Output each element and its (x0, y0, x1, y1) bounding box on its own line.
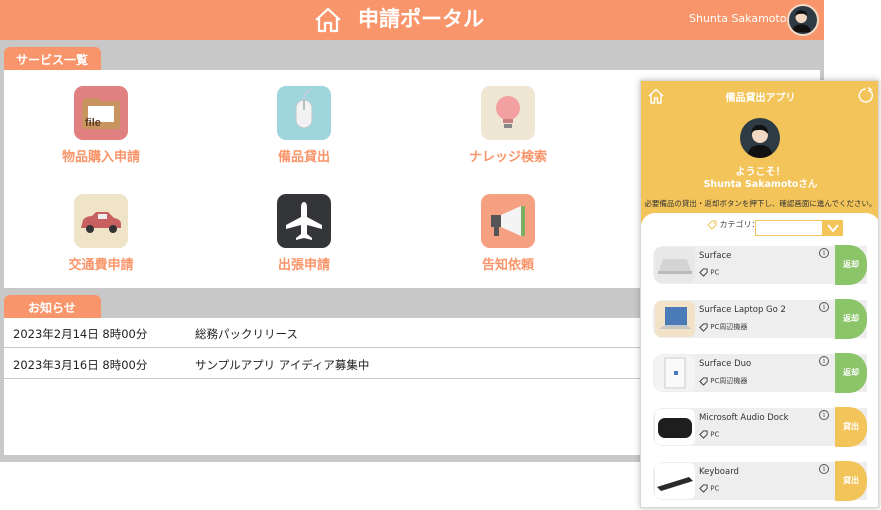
news-date: 2023年3月16日 8時00分 (13, 358, 148, 372)
service-announcement-request[interactable]: 告知依頼 (428, 194, 588, 273)
item-category-text: PC (710, 268, 720, 277)
portal-header: 申請ポータル Shunta Sakamoto (0, 0, 824, 40)
service-label: 出張申請 (277, 258, 330, 273)
mouse-icon (277, 86, 331, 140)
equipment-lending-app: 備品貸出アプリ ようこそ！ Shunta Sakamotoさん 必要備品の貸出・… (640, 80, 879, 508)
service-business-trip[interactable]: 出張申請 (224, 194, 384, 273)
laptop-icon (655, 247, 695, 283)
info-icon[interactable]: i (819, 302, 829, 312)
instruction-text: 必要備品の貸出・返却ボタンを押下し、確認画面に進んでください。 (644, 199, 877, 208)
portal-title: 申請ポータル (358, 7, 484, 31)
item-category-text: PC (710, 484, 720, 493)
info-icon[interactable]: i (819, 410, 829, 420)
tag-icon (699, 430, 708, 439)
info-icon[interactable]: i (819, 464, 829, 474)
equipment-item[interactable]: Surface PC i 返却 (653, 245, 867, 285)
service-label: ナレッジ検索 (468, 150, 547, 165)
item-category-text: PC周辺機器 (710, 377, 748, 385)
equipment-item[interactable]: Surface Laptop Go 2 PC周辺機器 i 返却 (653, 299, 867, 339)
service-label: 告知依頼 (481, 258, 534, 273)
service-label: 物品購入申請 (61, 150, 140, 165)
phone-icon (655, 355, 695, 391)
equipment-item[interactable]: Keyboard PC i 貸出 (653, 461, 867, 501)
svg-text:file: file (85, 117, 101, 129)
item-name: Microsoft Audio Dock (699, 413, 789, 423)
item-category: PC (699, 430, 719, 439)
category-label: カテゴリ： (719, 220, 760, 229)
item-category: PC周辺機器 (699, 376, 747, 386)
item-category: PC (699, 484, 719, 493)
item-category-text: PC周辺機器 (710, 323, 748, 331)
info-icon[interactable]: i (819, 248, 829, 258)
news-title[interactable]: サンプルアプリ アイディア募集中 (195, 357, 369, 373)
tag-icon (699, 268, 708, 277)
service-label: 備品貸出 (277, 150, 330, 165)
tag-icon (699, 484, 708, 493)
news-date: 2023年2月14日 8時00分 (13, 327, 148, 341)
keyboard-icon (655, 463, 695, 499)
news-tab: お知らせ (4, 295, 101, 318)
service-knowledge-search[interactable]: ナレッジ検索 (428, 86, 588, 165)
app-title: 備品貸出アプリ (725, 93, 796, 104)
home-icon[interactable] (314, 7, 342, 33)
equipment-item[interactable]: Microsoft Audio Dock PC i 貸出 (653, 407, 867, 447)
item-category: PC周辺機器 (699, 322, 747, 332)
return-button[interactable]: 返却 (835, 299, 867, 339)
return-button[interactable]: 返却 (835, 245, 867, 285)
item-name: Surface Duo (699, 359, 752, 369)
item-name: Keyboard (699, 467, 739, 477)
return-button[interactable]: 返却 (835, 353, 867, 393)
category-filter-label: カテゴリ： (707, 219, 760, 230)
file-folder-icon: file (74, 86, 128, 140)
news-title[interactable]: 総務パックリリース (195, 326, 298, 342)
app-header: 備品貸出アプリ ようこそ！ Shunta Sakamotoさん 必要備品の貸出・… (641, 81, 878, 226)
lend-button[interactable]: 貸出 (835, 461, 867, 501)
tag-icon (699, 322, 708, 332)
user-name: Shunta Sakamotoさん (703, 179, 818, 190)
lend-button[interactable]: 貸出 (835, 407, 867, 447)
chevron-down-icon[interactable] (823, 220, 843, 236)
avatar (740, 118, 780, 158)
services-tab: サービス一覧 (4, 47, 101, 70)
service-equipment-lending[interactable]: 備品貸出 (224, 86, 384, 165)
user-name: Shunta Sakamoto (689, 12, 787, 25)
service-travel-expense[interactable]: 交通費申請 (21, 194, 181, 273)
dock-icon (655, 409, 695, 445)
car-icon (74, 194, 128, 248)
service-purchase-request[interactable]: file 物品購入申請 (21, 86, 181, 165)
item-name: Surface Laptop Go 2 (699, 305, 786, 315)
item-name: Surface (699, 251, 732, 261)
item-category-text: PC (710, 430, 720, 439)
refresh-icon[interactable] (857, 87, 874, 104)
tag-icon (699, 376, 708, 386)
equipment-item[interactable]: Surface Duo PC周辺機器 i 返却 (653, 353, 867, 393)
service-label: 交通費申請 (68, 258, 134, 273)
lightbulb-icon (481, 86, 535, 140)
tag-icon (707, 220, 717, 230)
item-category: PC (699, 268, 719, 277)
category-select[interactable] (755, 220, 823, 236)
megaphone-icon (481, 194, 535, 248)
laptop-icon (655, 301, 695, 337)
avatar[interactable] (787, 4, 819, 36)
info-icon[interactable]: i (819, 356, 829, 366)
airplane-icon (277, 194, 331, 248)
